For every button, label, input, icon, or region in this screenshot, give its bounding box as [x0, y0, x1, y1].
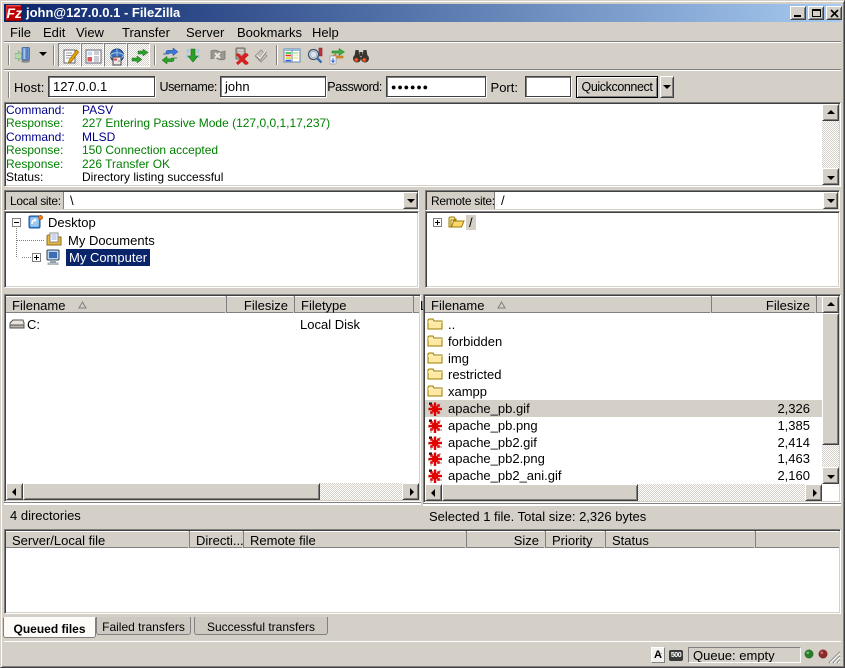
svg-text:Fz: Fz [7, 5, 23, 21]
